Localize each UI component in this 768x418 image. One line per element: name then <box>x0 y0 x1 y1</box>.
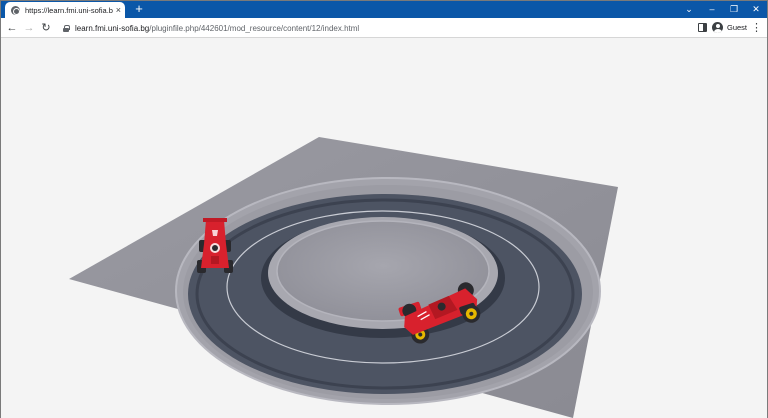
3d-scene-canvas[interactable] <box>1 39 767 418</box>
tab-title: https://learn.fmi.uni-sofia.bg/pl... <box>25 5 113 15</box>
minimize-button[interactable]: – <box>701 1 723 18</box>
url-text[interactable]: learn.fmi.uni-sofia.bg/pluginfile.php/44… <box>75 24 359 33</box>
side-panel-icon[interactable] <box>698 23 707 32</box>
browser-window: https://learn.fmi.uni-sofia.bg/pl... × +… <box>0 0 768 418</box>
tab-search-icon[interactable]: ⌄ <box>678 1 700 18</box>
url-path: /pluginfile.php/442601/mod_resource/cont… <box>149 23 360 33</box>
person-circle-icon[interactable] <box>712 22 723 33</box>
close-window-button[interactable]: ✕ <box>745 1 767 18</box>
reload-button[interactable]: ↻ <box>39 21 53 35</box>
restore-button[interactable]: ❐ <box>723 1 745 18</box>
close-tab-icon[interactable]: × <box>116 4 121 16</box>
page-viewport[interactable] <box>1 39 767 418</box>
browser-tab[interactable]: https://learn.fmi.uni-sofia.bg/pl... × <box>5 2 125 18</box>
globe-icon <box>11 5 20 15</box>
lock-icon[interactable] <box>63 24 70 32</box>
profile-label[interactable]: Guest <box>727 23 747 32</box>
more-menu-icon[interactable]: ⋮ <box>751 21 762 35</box>
url-host: learn.fmi.uni-sofia.bg <box>75 23 150 33</box>
new-tab-button[interactable]: + <box>132 2 146 16</box>
browser-toolbar: ← → ↻ learn.fmi.uni-sofia.bg/pluginfile.… <box>1 18 767 38</box>
forward-button[interactable]: → <box>22 21 36 35</box>
address-bar[interactable]: learn.fmi.uni-sofia.bg/pluginfile.php/44… <box>57 20 687 36</box>
tab-bar: https://learn.fmi.uni-sofia.bg/pl... × +… <box>1 1 767 18</box>
back-button[interactable]: ← <box>5 21 19 35</box>
